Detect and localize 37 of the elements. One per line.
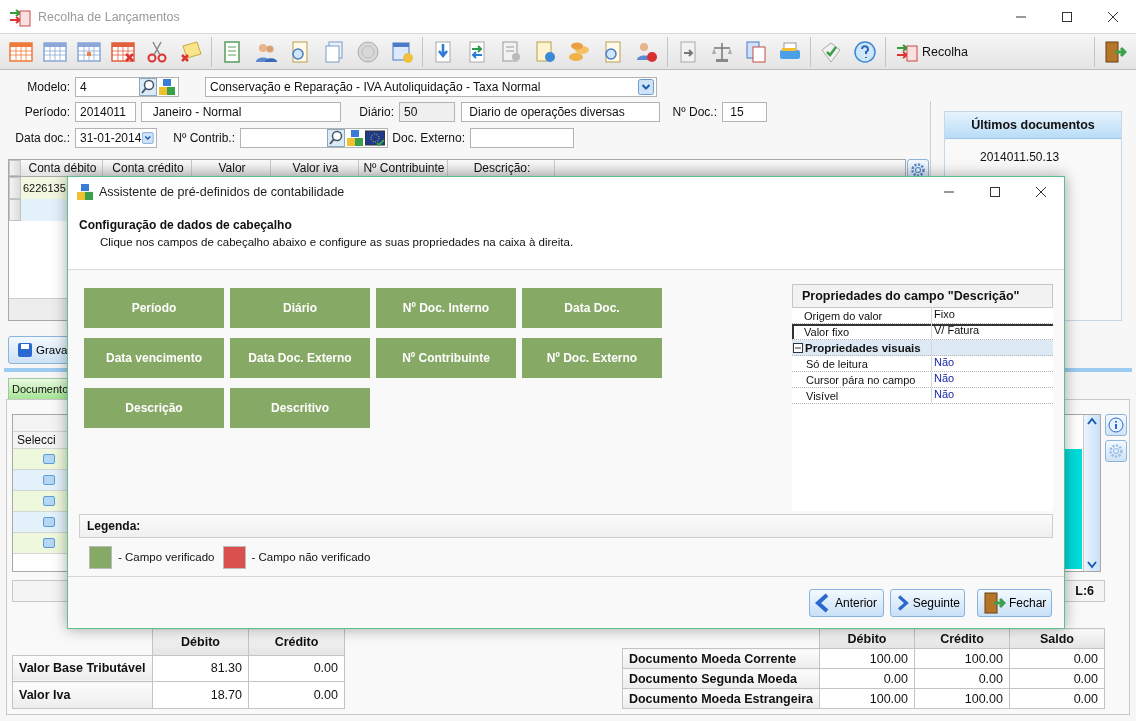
column-header: Crédito <box>248 628 345 656</box>
property-name: Origem do valor <box>804 309 883 322</box>
table-cell: 18.70 <box>152 681 249 709</box>
property-name: Só de leitura <box>806 357 868 370</box>
row-label: Documento Moeda Corrente <box>622 648 820 669</box>
line-count: L:6 <box>1075 584 1094 598</box>
row-label: Valor Iva <box>12 681 153 709</box>
section-heading: Configuração de dados de cabeçalho <box>79 218 293 232</box>
legend-label: - Campo não verificado <box>251 551 371 563</box>
property-name: Cursor pára no campo <box>806 373 916 386</box>
journal-name-field: Diario de operações diversas <box>461 101 660 122</box>
panel-title: Últimos documentos <box>945 112 1121 139</box>
group-label: Propriedades visuais <box>805 341 921 354</box>
property-name: Valor fixo <box>804 325 850 338</box>
period-name-field: Janeiro - Normal <box>141 101 341 122</box>
field-label: Período: <box>23 104 71 119</box>
legend-label: - Campo verificado <box>118 551 215 563</box>
field-label: Modelo: <box>26 79 71 94</box>
field-label: Nº Contrib.: <box>172 131 236 145</box>
row-label: Documento Moeda Estrangeira <box>622 688 820 709</box>
column-header: Débito <box>152 628 249 656</box>
field-label: Diário: <box>358 104 395 119</box>
properties-title: Propriedades do campo "Descrição" <box>792 284 1053 308</box>
column-header: Saldo <box>1009 628 1105 649</box>
field-label: Doc. Externo: <box>391 131 466 145</box>
table-cell: 81.30 <box>152 655 249 682</box>
row-label: Documento Segunda Moeda <box>622 668 820 689</box>
property-name: Visível <box>806 389 839 402</box>
field-label: Data doc.: <box>14 131 71 145</box>
column-header: Débito <box>819 628 915 649</box>
legend-title: Legenda: <box>79 514 1053 538</box>
row-label: Valor Base Tributável <box>12 655 153 682</box>
window-title: Recolha de Lançamentos <box>38 9 180 24</box>
table-cell: 0.00 <box>248 655 345 682</box>
instructions-text: Clique nos campos de cabeçalho abaixo e configure as suas propriedades na caixa à direita. <box>99 236 575 248</box>
table-cell: 0.00 <box>248 681 345 709</box>
field-label: Nº Doc.: <box>671 104 718 119</box>
